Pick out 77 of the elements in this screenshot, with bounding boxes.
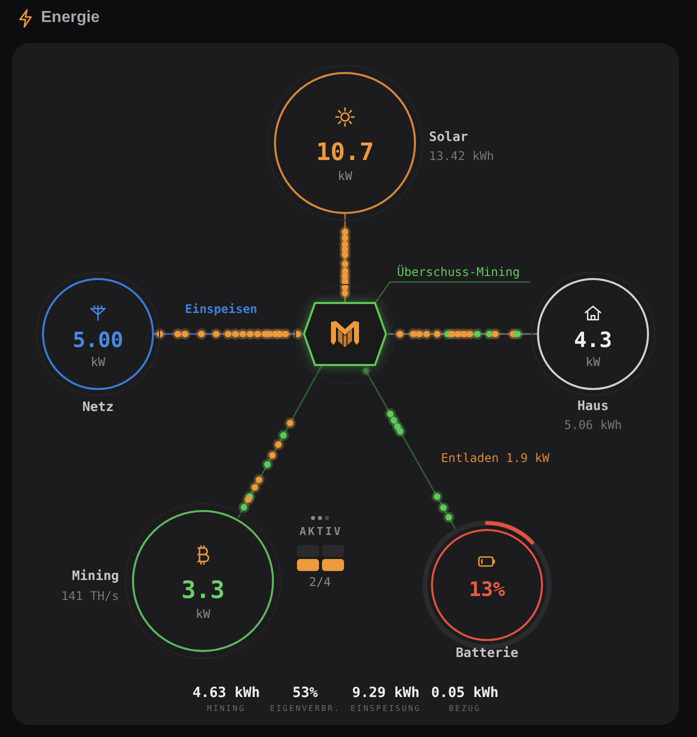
flow-particle <box>472 328 483 340</box>
power-value: 10.7 <box>316 137 374 167</box>
flow-particle <box>414 328 425 340</box>
power-value: 3.3 <box>181 575 225 605</box>
mode-label: Überschuss-Mining <box>397 264 520 281</box>
flow-label: Entladen 1.9 kW <box>441 450 550 467</box>
sun-icon <box>335 107 355 127</box>
flow-particle <box>340 249 350 260</box>
flow-particle <box>432 491 443 502</box>
stat-label: MINING <box>206 704 246 714</box>
flow-particle <box>443 512 454 523</box>
connector-dot-icon <box>361 366 371 376</box>
flow-particle <box>512 328 524 340</box>
flow-particle <box>292 328 304 340</box>
flow-particle <box>262 458 273 470</box>
energy-total: 5.06 kWh <box>564 417 622 434</box>
flow-particle <box>172 328 184 340</box>
flow-particle <box>249 482 260 493</box>
stat-label: EINSPEISUNG <box>350 704 422 714</box>
flow-particle <box>278 430 289 441</box>
stat-value: 53% <box>292 685 318 701</box>
unit-label: kW <box>90 355 106 369</box>
flow-particle <box>266 450 278 461</box>
flow-particle <box>272 439 284 450</box>
flow-particle <box>432 328 443 340</box>
flow-particle <box>394 426 406 437</box>
stat-label: EIGENVERBR. <box>270 704 340 714</box>
flow-particle <box>238 502 250 513</box>
flow-particle <box>244 328 256 340</box>
flow-particle <box>180 328 191 340</box>
stat-value: 9.29 kWh <box>352 685 420 701</box>
stat-value: 0.05 kWh <box>431 685 499 701</box>
flow-particle <box>384 408 396 420</box>
status-text: AKTIV <box>299 525 343 539</box>
power-value: 5.00 <box>72 327 124 353</box>
flow-particle <box>230 328 241 340</box>
stat-label: BEZUG <box>448 704 481 714</box>
lightning-icon <box>18 8 33 28</box>
flow-particle <box>394 328 406 340</box>
flow-particle <box>340 288 350 299</box>
flow-particle <box>210 328 222 340</box>
flow-particle <box>252 328 264 340</box>
node-label: Haus <box>577 398 609 416</box>
flow-particle <box>438 502 449 514</box>
flow-particle <box>340 258 350 270</box>
panel-title: Energie <box>41 8 100 28</box>
hashrate-text: 141 TH/s <box>61 588 119 605</box>
house-icon <box>584 305 602 321</box>
flow-particle <box>280 328 292 340</box>
energy-total: 13.42 kWh <box>429 148 494 165</box>
flow-particle <box>464 328 476 340</box>
flow-particle <box>490 328 501 340</box>
bitcoin-icon <box>196 545 210 565</box>
node-label: Solar <box>429 129 468 147</box>
flow-particle <box>388 414 400 426</box>
flow-particle <box>196 328 207 340</box>
stat-value: 4.63 kWh <box>192 685 260 701</box>
flow-particle <box>237 328 248 340</box>
flow-particle <box>284 418 296 429</box>
node-label: Batterie <box>456 645 518 663</box>
percentage-value: 13% <box>468 576 506 602</box>
flow-particle <box>222 328 234 340</box>
miner-count: 2/4 <box>309 575 331 589</box>
logo-icon <box>331 321 359 347</box>
flow-particle <box>254 474 264 486</box>
battery-icon <box>478 556 496 567</box>
flow-particle <box>421 328 432 340</box>
flow-particle <box>242 494 254 506</box>
flow-label: Einspeisen <box>185 301 258 318</box>
node-label: Netz <box>82 399 114 417</box>
power-value: 4.3 <box>574 327 612 353</box>
flow-particle <box>154 328 166 340</box>
power-pylon-icon <box>90 305 106 321</box>
unit-label: kW <box>586 355 600 369</box>
unit-label: kW <box>196 607 210 621</box>
unit-label: kW <box>338 169 352 183</box>
node-label: Mining <box>72 568 119 586</box>
